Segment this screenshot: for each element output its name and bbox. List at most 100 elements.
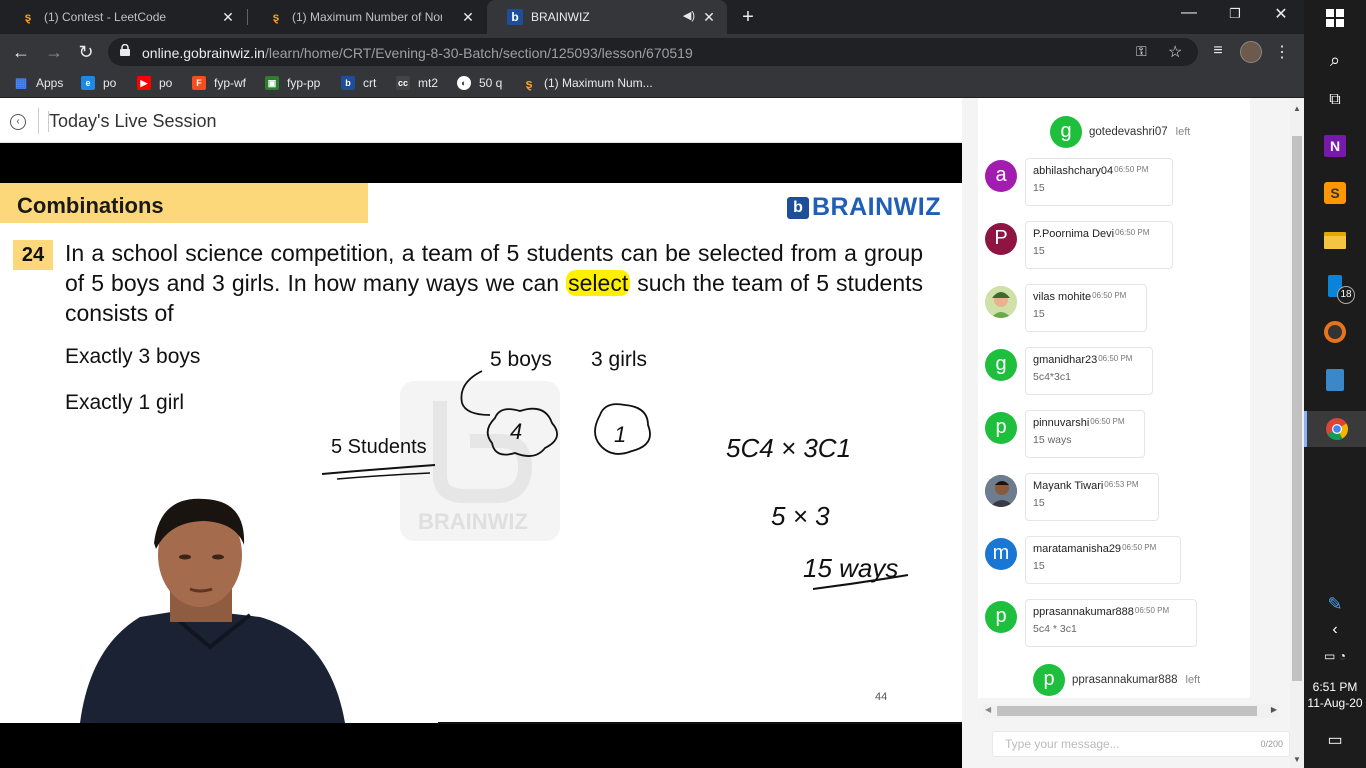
bookmark-fyp-wf[interactable]: Ffyp-wf [192,76,246,90]
apps-grid-icon: ▦ [14,75,28,90]
bookmark-label: (1) Maximum Num... [544,76,653,90]
message-input[interactable] [1005,737,1225,751]
scroll-up-icon[interactable]: ▲ [1293,104,1301,113]
image-icon: ▣ [265,76,279,90]
chat-message: m maratamanisha2906:50 PM 15 [985,536,1285,590]
reload-icon[interactable]: ↻ [75,41,97,63]
globe-icon: ◐ [457,76,471,90]
key-icon[interactable]: ⚿ [1136,43,1147,60]
battery-network-icon[interactable]: ▭ ◔ [1319,640,1351,672]
windows-taskbar: ⌕ ⧉ N S 18 ✎ ‹ ▭ ◔ 6:51 PM 11-Aug-20 ▭ [1304,0,1366,768]
windows-start-icon[interactable] [1319,2,1351,34]
bookmark-fyp-pp[interactable]: ▣ fyp-pp [265,76,320,90]
chat-horizontal-scrollbar[interactable]: ◀ ▶ [983,704,1279,718]
chat-message: Mayank Tiwari06:53 PM 15 [985,473,1285,527]
avatar: P [985,223,1017,255]
onenote-icon[interactable]: N [1319,130,1351,162]
system-clock[interactable]: 6:51 PM 11-Aug-20 [1304,679,1366,711]
phone-app-icon[interactable]: 18 [1319,270,1355,304]
chat-panel: g gotedevashri07 left a abhilashchary040… [962,98,1304,768]
video-player[interactable]: Combinations b BRAINWIZ 24 In a school s… [0,143,962,768]
edge-icon: e [81,76,95,90]
chat-input-box[interactable]: 0/200 [992,731,1290,757]
youtube-icon: ▶ [137,76,151,90]
bookmark-apps[interactable]: ▦ Apps [14,75,64,90]
avatar [985,286,1017,318]
message-user: vilas mohite [1033,291,1092,303]
calculator-icon[interactable] [1319,364,1351,396]
back-arrow-icon[interactable]: ← [10,41,32,63]
message-user: gmanidhar23 [1033,354,1098,366]
minimize-icon[interactable]: — [1177,4,1201,22]
scroll-right-icon[interactable]: ▶ [1271,705,1277,714]
leetcode-icon: ȿ [24,10,32,24]
bookmark-label: Apps [36,76,64,90]
bookmark-po-edge[interactable]: e po [81,76,116,90]
notifications-icon[interactable]: ▭ [1319,724,1351,756]
profile-avatar[interactable] [1240,41,1262,63]
close-tab-icon[interactable]: ✕ [220,9,236,25]
bookmark-max-num[interactable]: ȿ (1) Maximum Num... [522,76,653,91]
file-explorer-icon[interactable] [1319,224,1351,256]
avatar: g [985,349,1017,381]
user-photo-icon [985,286,1017,318]
scroll-left-icon[interactable]: ◀ [985,705,991,714]
message-user: abhilashchary04 [1033,165,1114,177]
message-text: 15 [1033,560,1045,572]
scrollbar-thumb[interactable] [1292,136,1302,681]
restore-icon[interactable]: ❐ [1223,6,1247,22]
message-text: 15 [1033,497,1045,509]
avatar: p [985,412,1017,444]
back-circle-icon[interactable]: ‹ [10,114,26,130]
star-icon[interactable]: ☆ [1168,42,1182,62]
bookmark-mt2[interactable]: cc mt2 [396,76,438,90]
forward-arrow-icon[interactable]: → [43,41,65,63]
tab-brainwiz[interactable]: b BRAINWIZ ◀) ✕ [487,0,727,34]
close-tab-icon[interactable]: ✕ [701,9,717,25]
annotation-answer: 15 ways [803,553,899,583]
search-icon[interactable]: ⌕ [1319,44,1351,76]
message-bubble: pinnuvarshi06:50 PM 15 ways [1025,410,1145,458]
bookmark-label: fyp-pp [287,76,321,90]
message-bubble: maratamanisha2906:50 PM 15 [1025,536,1181,584]
task-view-icon[interactable]: ⧉ [1319,84,1351,116]
media-player-icon[interactable] [1319,316,1351,348]
sublime-icon[interactable]: S [1319,177,1351,209]
speaker-icon[interactable]: ◀) [683,9,695,22]
menu-dots-icon[interactable]: ⋮ [1272,42,1292,62]
scrollbar-thumb[interactable] [997,706,1257,716]
bookmark-50q[interactable]: ◐ 50 q [457,76,502,90]
browser-toolbar: ← → ↻ online.gobrainwiz.in/learn/home/CR… [0,34,1304,70]
new-tab-button[interactable]: + [738,7,758,27]
message-bubble: pprasannakumar88806:50 PM 5c4 * 3c1 [1025,599,1197,647]
message-bubble: P.Poornima Devi06:50 PM 15 [1025,221,1173,269]
tab-strip: ȿ (1) Contest - LeetCode ✕ ȿ (1) Maximum… [0,0,1304,34]
notification-badge: 18 [1337,286,1355,304]
chat-message: g gmanidhar2306:50 PM 5c4*3c1 [985,347,1285,401]
close-window-icon[interactable]: ✕ [1269,4,1293,24]
chrome-taskbar-icon[interactable] [1304,411,1366,447]
message-time: 06:50 PM [1098,354,1133,363]
chat-message: p pprasannakumar88806:50 PM 5c4 * 3c1 [985,599,1285,653]
scroll-down-icon[interactable]: ▼ [1293,755,1301,764]
bookmark-crt[interactable]: b crt [341,76,376,90]
address-bar[interactable]: online.gobrainwiz.in/learn/home/CRT/Even… [108,38,1198,66]
close-tab-icon[interactable]: ✕ [460,9,476,25]
message-time: 06:50 PM [1092,291,1127,300]
message-text: 15 [1033,245,1045,257]
bookmarks-bar: ▦ Apps e po ▶ po Ffyp-wf ▣ fyp-pp b crt cc mt2… [0,70,1304,98]
tab-leetcode-problem[interactable]: ȿ (1) Maximum Number of Non-Ov ✕ [248,0,486,34]
message-user: pprasannakumar888 [1033,606,1134,618]
url-text: online.gobrainwiz.in/learn/home/CRT/Even… [142,45,693,61]
message-time: 06:50 PM [1134,606,1170,615]
header-divider [38,108,39,134]
bookmark-po-youtube[interactable]: ▶ po [137,76,172,90]
message-text: 5c4*3c1 [1033,371,1071,383]
annotation-product: 5 × 3 [771,501,830,531]
message-text: 15 ways [1033,434,1072,446]
chat-event-left: g gotedevashri07 left [1050,116,1190,148]
avatar [985,475,1017,507]
tab-leetcode-contest[interactable]: ȿ (1) Contest - LeetCode ✕ [0,0,246,34]
clock-time: 6:51 PM [1312,680,1358,694]
media-control-icon[interactable]: ≡ [1208,42,1228,60]
